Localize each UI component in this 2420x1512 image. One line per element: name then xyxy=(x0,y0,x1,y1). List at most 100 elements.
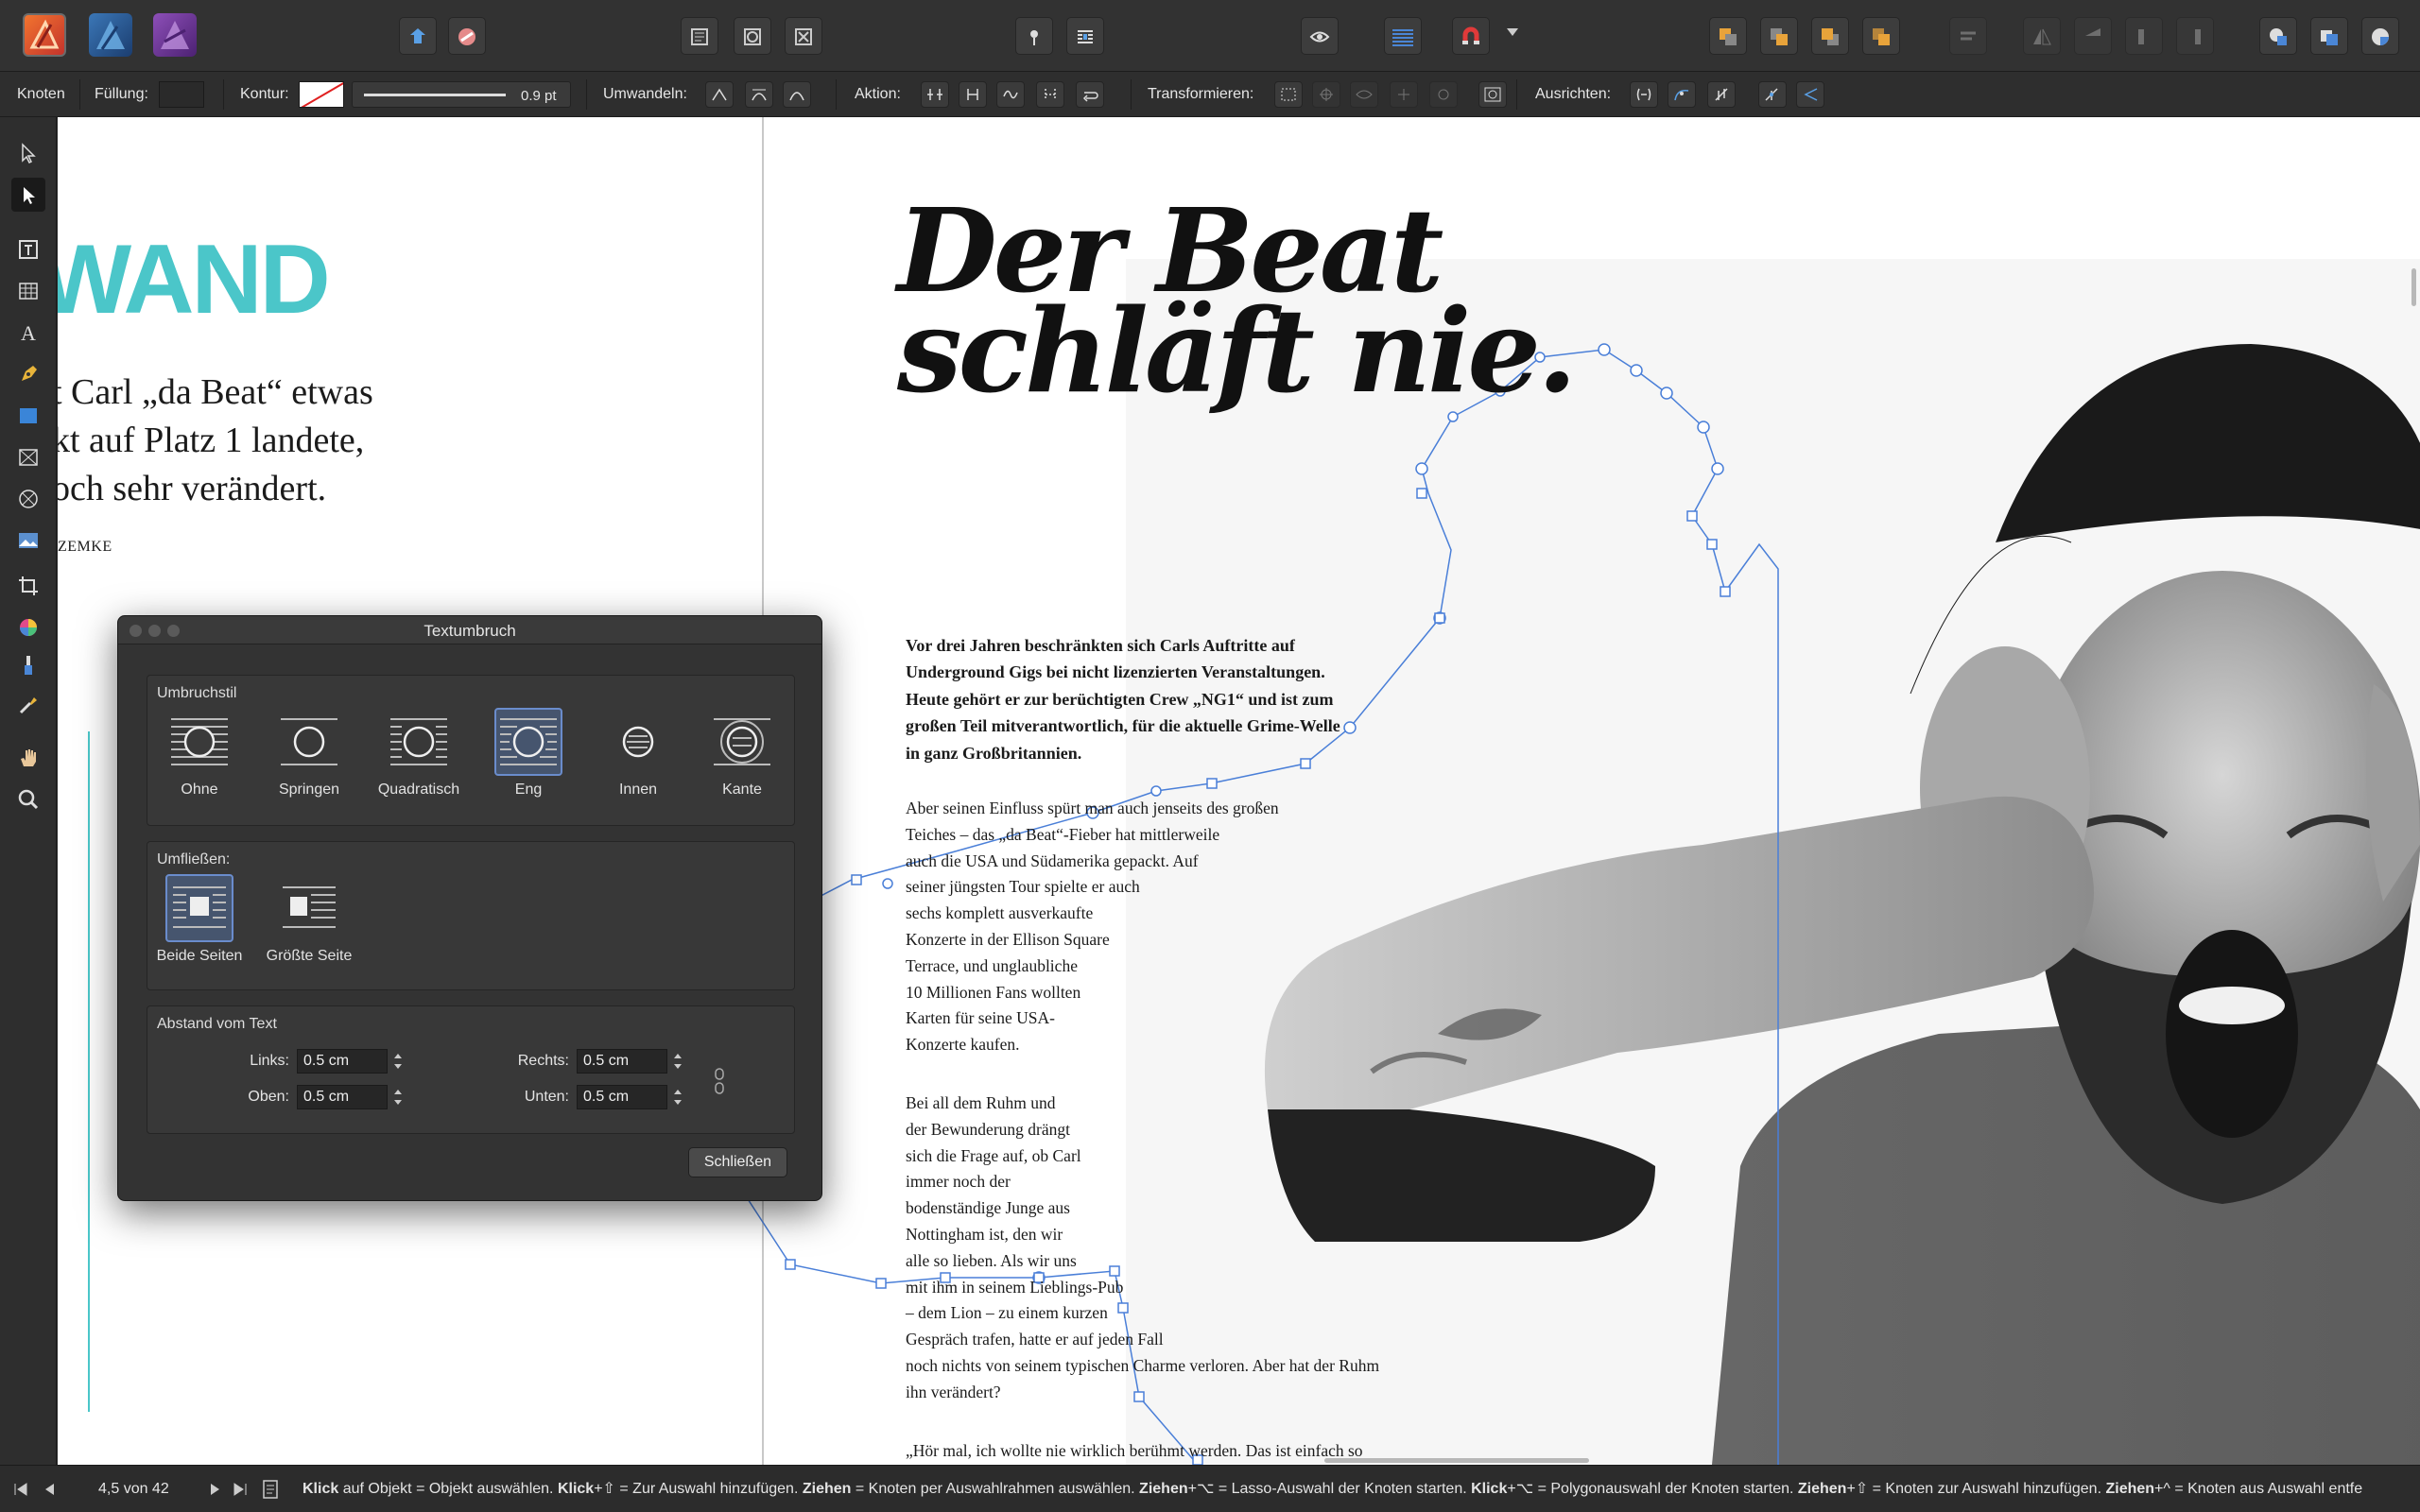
rotate-right-icon[interactable] xyxy=(2176,17,2214,55)
flip-vertical-icon[interactable] xyxy=(2074,17,2112,55)
place-image-tool-icon[interactable] xyxy=(11,524,45,558)
page-indicator[interactable]: 4,5 von 42 xyxy=(98,1466,169,1512)
page-thumbnail-icon[interactable] xyxy=(263,1480,278,1503)
join-curves-icon[interactable] xyxy=(1036,81,1064,108)
table-tool-icon[interactable] xyxy=(11,274,45,308)
horizontal-scrollbar[interactable] xyxy=(1324,1458,1589,1463)
body-paragraph-2[interactable]: Bei all dem Ruhm und der Bewunderung drä… xyxy=(906,1091,1379,1406)
pin-icon[interactable] xyxy=(1015,17,1053,55)
wrap-style-none[interactable]: Ohne xyxy=(147,708,251,799)
left-stepper[interactable] xyxy=(391,1049,405,1074)
move-tool-icon[interactable] xyxy=(11,136,45,170)
hand-tool-icon[interactable] xyxy=(11,741,45,775)
zoom-tool-icon[interactable] xyxy=(11,782,45,816)
fill-swatch[interactable] xyxy=(159,81,204,108)
wrap-style-square[interactable]: Quadratisch xyxy=(367,708,471,799)
wrap-style-inside[interactable]: Innen xyxy=(586,708,690,799)
crop-tool-icon[interactable] xyxy=(11,569,45,603)
vertical-scrollbar[interactable] xyxy=(2411,268,2416,306)
wrap-style-tight[interactable]: Eng xyxy=(476,708,580,799)
break-curve-icon[interactable] xyxy=(921,81,949,108)
transform-bounding-box-icon[interactable] xyxy=(1274,81,1303,108)
fill-tool-icon[interactable] xyxy=(11,648,45,682)
smart-node-icon[interactable] xyxy=(783,81,811,108)
link-values-chain-icon[interactable] xyxy=(713,1067,726,1100)
frame-text-tool-icon[interactable] xyxy=(11,232,45,266)
body-line: der Bewunderung drängt xyxy=(906,1119,1070,1139)
color-picker-wheel-icon[interactable] xyxy=(11,610,45,644)
last-page-icon[interactable] xyxy=(233,1482,248,1502)
move-forward-one-icon[interactable] xyxy=(1811,17,1849,55)
wrap-style-jump[interactable]: Springen xyxy=(257,708,361,799)
next-page-icon[interactable] xyxy=(208,1482,223,1502)
eyedropper-tool-icon[interactable] xyxy=(11,688,45,722)
previous-page-icon[interactable] xyxy=(42,1482,57,1502)
divider xyxy=(1516,79,1517,110)
photo-persona-icon[interactable] xyxy=(153,13,197,57)
artistic-text-tool-icon[interactable]: A xyxy=(11,316,45,350)
transform-snap-icon[interactable] xyxy=(1390,81,1418,108)
move-to-front-icon[interactable] xyxy=(1862,17,1900,55)
picture-frame-icon[interactable] xyxy=(734,17,771,55)
close-dialog-button[interactable]: Schließen xyxy=(687,1147,787,1177)
move-to-back-icon[interactable] xyxy=(1709,17,1747,55)
preview-mode-icon[interactable] xyxy=(1301,17,1339,55)
baseline-grid-icon[interactable] xyxy=(1384,17,1422,55)
right-input[interactable] xyxy=(577,1049,667,1074)
boolean-subtract-icon[interactable] xyxy=(2310,17,2348,55)
dialog-titlebar[interactable]: Textumbruch xyxy=(118,616,821,644)
flow-largest-side[interactable]: Größte Seite xyxy=(257,874,361,965)
rotate-left-icon[interactable] xyxy=(2125,17,2163,55)
flip-horizontal-icon[interactable] xyxy=(2023,17,2061,55)
designer-persona-icon[interactable] xyxy=(89,13,132,57)
body-paragraph-3[interactable]: „Hör mal, ich wollte nie wirklich berühm… xyxy=(906,1438,1363,1465)
close-curve-icon[interactable] xyxy=(959,81,987,108)
picture-frame-ellipse-tool-icon[interactable] xyxy=(11,482,45,516)
align-nodes-horizontal-icon[interactable] xyxy=(1630,81,1658,108)
body-paragraph-1[interactable]: Aber seinen Einfluss spürt man auch jens… xyxy=(906,796,1279,1058)
boolean-add-icon[interactable] xyxy=(2259,17,2297,55)
snapping-dropdown-chevron-icon[interactable] xyxy=(1507,28,1518,36)
transform-rotate-icon[interactable] xyxy=(1429,81,1458,108)
transform-visibility-icon[interactable] xyxy=(1350,81,1378,108)
reverse-curve-icon[interactable] xyxy=(1076,81,1104,108)
assistant-icon[interactable] xyxy=(448,17,486,55)
align-icon[interactable] xyxy=(1949,17,1987,55)
sharp-node-icon[interactable] xyxy=(705,81,734,108)
snapping-magnet-icon[interactable] xyxy=(1452,17,1490,55)
smooth-curve-icon[interactable] xyxy=(996,81,1025,108)
rectangle-tool-icon[interactable] xyxy=(11,399,45,433)
publisher-persona-icon[interactable] xyxy=(23,13,66,57)
picture-frame-rectangle-tool-icon[interactable] xyxy=(11,440,45,474)
align-nodes-vertical-icon[interactable] xyxy=(1668,81,1696,108)
align-nodes-right-icon[interactable] xyxy=(1796,81,1824,108)
align-nodes-left-icon[interactable] xyxy=(1758,81,1787,108)
transform-mode-icon[interactable] xyxy=(1478,81,1507,108)
distribute-nodes-icon[interactable] xyxy=(1707,81,1736,108)
top-stepper[interactable] xyxy=(391,1085,405,1109)
empty-frame-icon[interactable] xyxy=(785,17,822,55)
move-back-one-icon[interactable] xyxy=(1760,17,1798,55)
top-input[interactable] xyxy=(297,1085,388,1109)
left-input[interactable] xyxy=(297,1049,388,1074)
bottom-stepper[interactable] xyxy=(671,1085,684,1109)
text-frame-icon[interactable] xyxy=(681,17,718,55)
first-page-icon[interactable] xyxy=(13,1482,28,1502)
wrap-style-label: Kante xyxy=(722,782,762,798)
stroke-swatch[interactable] xyxy=(299,81,344,108)
node-tool-icon[interactable] xyxy=(11,178,45,212)
boolean-intersect-icon[interactable] xyxy=(2361,17,2399,55)
right-stepper[interactable] xyxy=(671,1049,684,1074)
wrap-jump-icon xyxy=(281,718,337,765)
transform-center-icon[interactable] xyxy=(1312,81,1340,108)
headline[interactable]: Der Beat schläft nie. xyxy=(897,193,1578,408)
stroke-width-slider[interactable]: 0.9 pt xyxy=(352,81,571,108)
text-wrap-icon[interactable] xyxy=(1066,17,1104,55)
share-icon[interactable] xyxy=(399,17,437,55)
smooth-node-icon[interactable] xyxy=(745,81,773,108)
lead-paragraph[interactable]: Vor drei Jahren beschränkten sich Carls … xyxy=(906,632,1340,766)
flow-both-sides[interactable]: Beide Seiten xyxy=(147,874,251,965)
wrap-style-edge[interactable]: Kante xyxy=(690,708,794,799)
pen-tool-icon[interactable] xyxy=(11,357,45,391)
bottom-input[interactable] xyxy=(577,1085,667,1109)
